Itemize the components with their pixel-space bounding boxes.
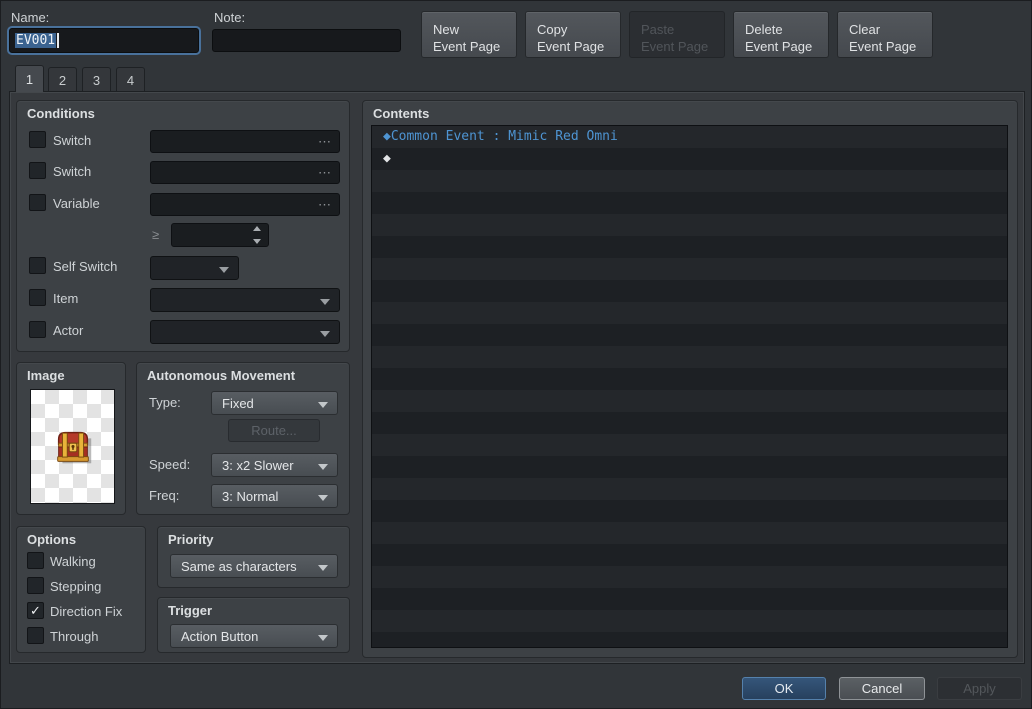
switch2-checkbox[interactable] — [29, 162, 46, 179]
treasure-chest-icon — [56, 431, 91, 463]
walking-checkbox[interactable] — [27, 552, 44, 569]
chevron-down-icon — [318, 635, 328, 641]
switch2-picker[interactable]: ⋯ — [150, 161, 340, 184]
priority-title: Priority — [168, 532, 214, 547]
command-line-empty[interactable]: ◆ — [372, 148, 1007, 170]
ok-button[interactable]: OK — [742, 677, 826, 700]
chevron-down-icon — [318, 565, 328, 571]
name-input[interactable]: EV001 — [9, 28, 199, 53]
autonomous-movement-title: Autonomous Movement — [147, 368, 296, 383]
diamond-bullet-icon: ◆ — [383, 151, 391, 166]
diamond-bullet-icon: ◆ — [383, 129, 391, 144]
switch1-picker[interactable]: ⋯ — [150, 130, 340, 153]
copy-event-page-button[interactable]: Copy Event Page — [525, 11, 621, 58]
note-label: Note: — [214, 10, 246, 25]
contents-title: Contents — [373, 106, 430, 121]
speed-label: Speed: — [149, 457, 191, 472]
ellipsis-icon: ⋯ — [318, 164, 331, 180]
through-checkbox[interactable] — [27, 627, 44, 644]
direction-fix-checkbox[interactable]: ✓ — [27, 602, 44, 619]
direction-fix-label: Direction Fix — [50, 604, 123, 619]
text-caret — [57, 33, 60, 48]
movement-speed-dropdown[interactable]: 3: x2 Slower — [211, 453, 338, 477]
tab-page-2[interactable]: 2 — [48, 67, 77, 92]
item-dropdown[interactable] — [150, 288, 340, 312]
freq-label: Freq: — [149, 488, 180, 503]
tab-page-1[interactable]: 1 — [15, 65, 44, 92]
spin-up-icon[interactable] — [253, 226, 261, 231]
image-panel: Image — [16, 362, 126, 515]
self-switch-checkbox[interactable] — [29, 257, 46, 274]
check-icon: ✓ — [30, 603, 41, 618]
trigger-dropdown[interactable]: Action Button — [170, 624, 338, 648]
variable-amount-spinner[interactable] — [171, 223, 269, 247]
name-input-selected-text: EV001 — [15, 33, 57, 48]
tab-page-4[interactable]: 4 — [116, 67, 145, 92]
variable-label: Variable — [53, 196, 100, 211]
ellipsis-icon: ⋯ — [318, 133, 331, 149]
switch1-label: Switch — [53, 133, 92, 148]
chevron-down-icon — [320, 331, 330, 337]
clear-event-page-button[interactable]: Clear Event Page — [837, 11, 933, 58]
variable-checkbox[interactable] — [29, 194, 46, 211]
priority-panel: Priority Same as characters — [157, 526, 350, 588]
chevron-down-icon — [318, 495, 328, 501]
route-button[interactable]: Route... — [228, 419, 320, 442]
actor-label: Actor — [53, 323, 84, 338]
self-switch-dropdown[interactable] — [150, 256, 239, 280]
spin-down-icon[interactable] — [253, 239, 261, 244]
event-image-selector[interactable] — [30, 389, 115, 504]
note-input[interactable] — [212, 29, 401, 52]
delete-event-page-button[interactable]: Delete Event Page — [733, 11, 829, 58]
actor-dropdown[interactable] — [150, 320, 340, 344]
trigger-title: Trigger — [168, 603, 213, 618]
contents-panel: Contents ◆Common Event : Mimic Red Omni … — [362, 100, 1018, 658]
autonomous-movement-panel: Autonomous Movement Type: Fixed Route...… — [136, 362, 350, 515]
gte-comparator: ≥ — [152, 227, 160, 242]
ellipsis-icon: ⋯ — [318, 196, 331, 212]
name-label: Name: — [11, 10, 50, 25]
event-page-frame: Conditions Switch ⋯ Switch ⋯ Variable ⋯ … — [9, 91, 1025, 664]
actor-checkbox[interactable] — [29, 321, 46, 338]
item-checkbox[interactable] — [29, 289, 46, 306]
cancel-button[interactable]: Cancel — [839, 677, 925, 700]
stepping-checkbox[interactable] — [27, 577, 44, 594]
options-title: Options — [27, 532, 77, 547]
stepping-label: Stepping — [50, 579, 102, 594]
conditions-panel: Conditions Switch ⋯ Switch ⋯ Variable ⋯ … — [16, 100, 350, 352]
chevron-down-icon — [219, 267, 229, 273]
switch2-label: Switch — [53, 164, 92, 179]
chevron-down-icon — [318, 402, 328, 408]
movement-freq-dropdown[interactable]: 3: Normal — [211, 484, 338, 508]
through-label: Through — [50, 629, 99, 644]
movement-type-dropdown[interactable]: Fixed — [211, 391, 338, 415]
event-command-list[interactable]: ◆Common Event : Mimic Red Omni ◆ — [371, 125, 1008, 648]
command-line[interactable]: ◆Common Event : Mimic Red Omni — [372, 126, 1007, 148]
trigger-panel: Trigger Action Button — [157, 597, 350, 653]
switch1-checkbox[interactable] — [29, 131, 46, 148]
options-panel: Options Walking Stepping ✓ Direction Fix… — [16, 526, 146, 653]
tab-page-3[interactable]: 3 — [82, 67, 111, 92]
walking-label: Walking — [50, 554, 96, 569]
chevron-down-icon — [320, 299, 330, 305]
item-label: Item — [53, 291, 79, 306]
chevron-down-icon — [318, 464, 328, 470]
paste-event-page-button[interactable]: Paste Event Page — [629, 11, 725, 58]
type-label: Type: — [149, 395, 181, 410]
self-switch-label: Self Switch — [53, 259, 118, 274]
new-event-page-button[interactable]: New Event Page — [421, 11, 517, 58]
conditions-title: Conditions — [27, 106, 95, 121]
variable-picker[interactable]: ⋯ — [150, 193, 340, 216]
image-title: Image — [27, 368, 65, 383]
event-page-editor-dialog: { "header": { "name_label": "Name:", "na… — [0, 0, 1032, 709]
apply-button[interactable]: Apply — [937, 677, 1022, 700]
priority-dropdown[interactable]: Same as characters — [170, 554, 338, 578]
